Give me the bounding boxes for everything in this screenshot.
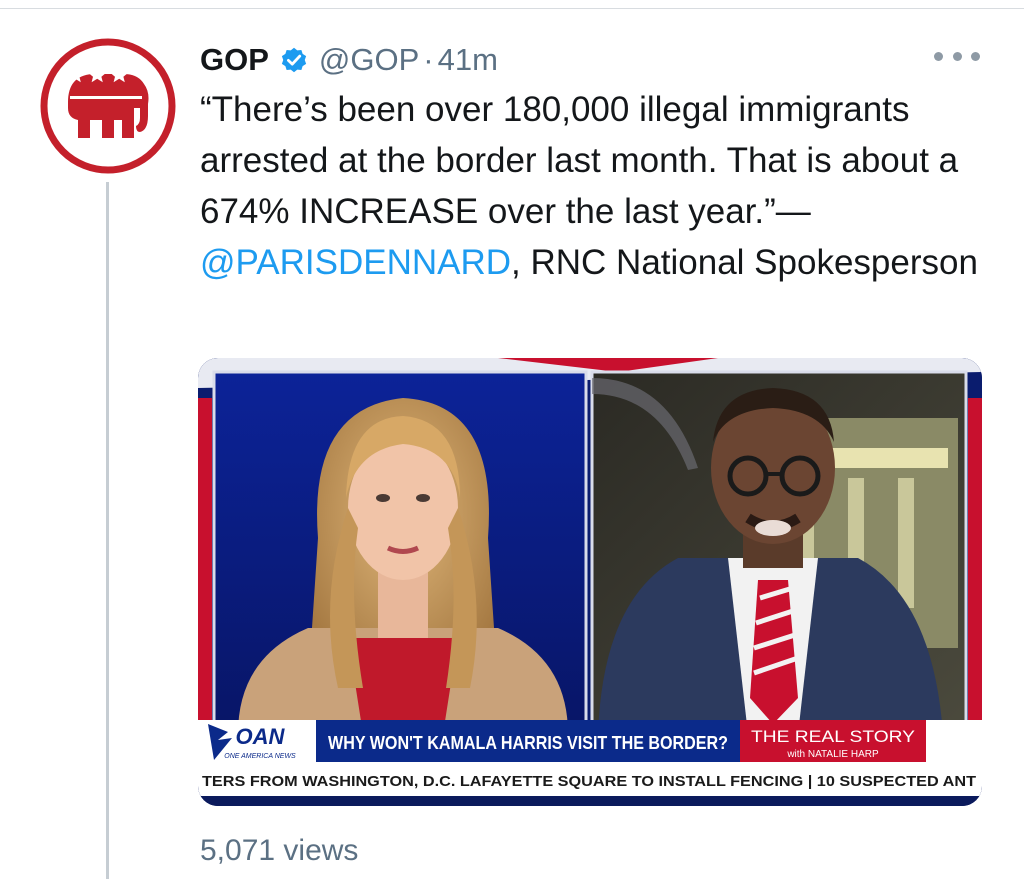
display-name[interactable]: GOP: [200, 42, 269, 78]
tweet-text: “There’s been over 180,000 illegal immig…: [200, 84, 980, 288]
verified-badge-icon: [281, 47, 307, 73]
tweet-media[interactable]: OAN ONE AMERICA NEWS WHY WON'T KAMALA HA…: [198, 358, 982, 806]
tweet-text-before: “There’s been over 180,000 illegal immig…: [200, 90, 959, 231]
tweet-text-after: , RNC National Spokesperson: [511, 243, 978, 282]
mention-link[interactable]: @PARISDENNARD: [200, 243, 511, 282]
lower-third: OAN ONE AMERICA NEWS WHY WON'T KAMALA HA…: [198, 720, 982, 806]
avatar[interactable]: [40, 38, 176, 174]
more-dot: [934, 51, 943, 61]
top-divider: [0, 8, 1024, 9]
thread-line: [106, 182, 109, 879]
tweet-header: GOP @GOP · 41m: [200, 40, 498, 80]
right-panel: [590, 370, 968, 736]
handle[interactable]: @GOP: [319, 42, 419, 78]
timestamp[interactable]: 41m: [438, 42, 498, 78]
separator-dot: ·: [423, 42, 434, 77]
more-dot: [952, 51, 962, 61]
gop-elephant-logo-icon: [66, 67, 149, 138]
view-count: 5,071 views: [200, 834, 359, 867]
more-options-icon[interactable]: [934, 46, 980, 66]
show-title: THE REAL STORY: [751, 727, 915, 746]
more-dot: [971, 51, 980, 61]
news-ticker: TERS FROM WASHINGTON, D.C. LAFAYETTE SQU…: [202, 773, 976, 790]
oan-tagline: ONE AMERICA NEWS: [224, 753, 296, 760]
left-panel: [212, 370, 588, 736]
oan-logo: OAN: [236, 724, 286, 749]
show-host: with NATALIE HARP: [786, 749, 879, 760]
video-frame-illustration: OAN ONE AMERICA NEWS WHY WON'T KAMALA HA…: [198, 358, 982, 806]
headline-text: WHY WON'T KAMALA HARRIS VISIT THE BORDER…: [328, 733, 728, 753]
